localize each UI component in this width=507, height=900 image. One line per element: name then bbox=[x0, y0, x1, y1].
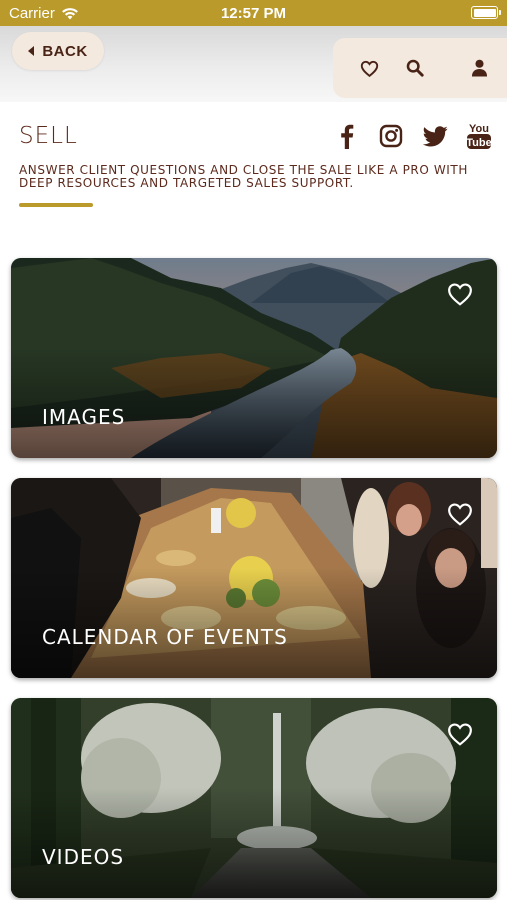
favorites-heart-icon[interactable] bbox=[358, 57, 380, 79]
title-underline bbox=[19, 203, 93, 207]
favorite-heart-icon[interactable] bbox=[447, 282, 473, 306]
search-icon[interactable] bbox=[404, 57, 426, 79]
page-header: SELL You Tube Answer client questions an… bbox=[19, 118, 492, 207]
social-links: You Tube bbox=[325, 120, 501, 152]
page-tagline: Answer client questions and close the sa… bbox=[19, 163, 468, 190]
top-nav-bar: BACK bbox=[0, 26, 507, 102]
favorite-heart-icon[interactable] bbox=[447, 502, 473, 526]
user-icon[interactable] bbox=[468, 57, 490, 79]
favorite-heart-icon[interactable] bbox=[447, 722, 473, 746]
videos-card[interactable]: VIDEOS bbox=[11, 698, 497, 898]
nav-actions bbox=[333, 38, 507, 98]
back-arrow-icon bbox=[28, 46, 35, 56]
twitter-icon[interactable] bbox=[413, 120, 457, 152]
card-label: VIDEOS bbox=[42, 845, 125, 869]
svg-text:You: You bbox=[469, 123, 489, 135]
images-card[interactable]: IMAGES bbox=[11, 258, 497, 458]
back-button[interactable]: BACK bbox=[12, 32, 104, 70]
back-button-label: BACK bbox=[42, 42, 88, 60]
card-label: CALENDAR OF EVENTS bbox=[42, 625, 288, 649]
calendar-of-events-card[interactable]: CALENDAR OF EVENTS bbox=[11, 478, 497, 678]
clock: 12:57 PM bbox=[220, 5, 287, 22]
facebook-icon[interactable] bbox=[325, 120, 369, 152]
status-bar: Carrier 12:57 PM bbox=[0, 0, 507, 26]
battery-icon bbox=[471, 6, 501, 19]
youtube-icon[interactable]: You Tube bbox=[457, 120, 501, 152]
card-label: IMAGES bbox=[42, 405, 126, 429]
svg-text:Tube: Tube bbox=[466, 137, 491, 149]
instagram-icon[interactable] bbox=[369, 120, 413, 152]
